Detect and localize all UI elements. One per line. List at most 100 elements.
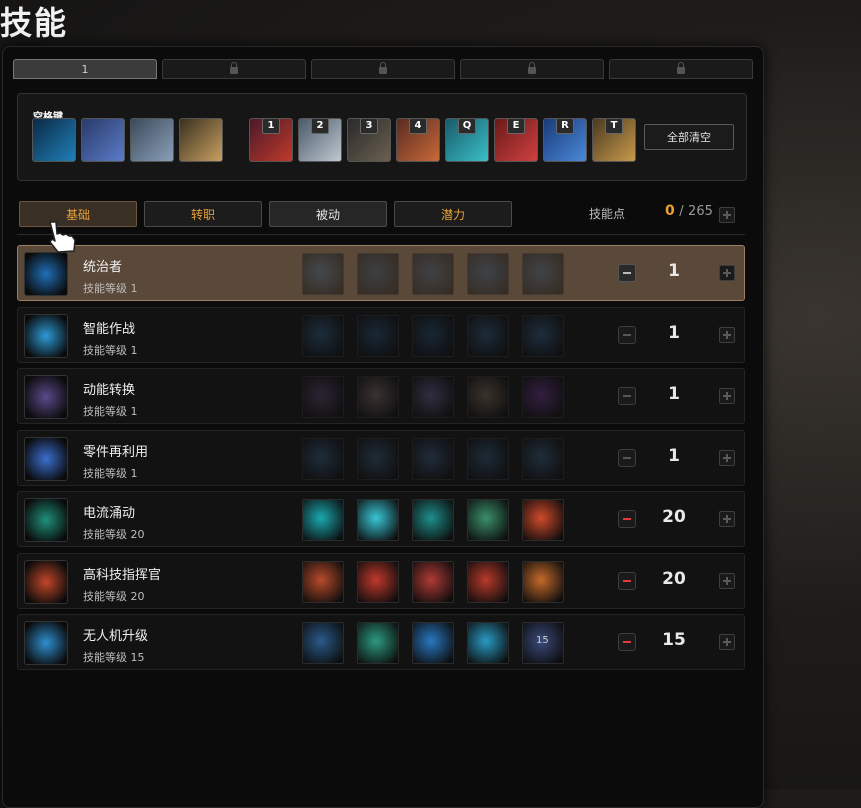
increase-level-button[interactable]	[719, 572, 735, 589]
increase-level-button[interactable]	[719, 634, 735, 650]
skill-tier-icon[interactable]	[522, 437, 564, 480]
skill-tier-icon[interactable]	[522, 376, 564, 418]
skill-tier-icon[interactable]	[522, 253, 564, 295]
skill-tier-icon[interactable]	[302, 622, 344, 664]
skill-level-value: 1	[668, 322, 680, 343]
hotbar-slot-q[interactable]: Q	[445, 118, 489, 162]
increase-level-button[interactable]	[719, 388, 735, 404]
skill-row[interactable]: 电流涌动 技能等级 20 20	[17, 491, 745, 547]
divider	[17, 234, 745, 235]
skill-tier-icon[interactable]	[467, 499, 509, 541]
skill-row[interactable]: 零件再利用 技能等级 1 1	[17, 429, 745, 486]
skill-tier-icon[interactable]	[467, 314, 509, 357]
skill-icon	[24, 252, 68, 296]
decrease-level-button[interactable]	[618, 633, 636, 651]
skill-icon	[24, 375, 68, 419]
skill-tier-icon[interactable]	[412, 622, 454, 664]
increase-level-button[interactable]	[719, 265, 735, 281]
category-tab-potential[interactable]: 潜力	[394, 201, 512, 227]
skill-tier-icon[interactable]	[467, 437, 509, 480]
hotbar-slot-2[interactable]: 2	[298, 118, 342, 162]
hotbar-slot-special-2[interactable]	[130, 118, 174, 162]
category-tab-passive[interactable]: 被动	[269, 201, 387, 227]
hotbar-slot-e[interactable]: E	[494, 118, 538, 162]
decrease-level-button[interactable]	[618, 571, 636, 590]
increase-level-button[interactable]	[719, 511, 735, 527]
skills-panel: 1 空格键 1 2 3 4 Q E R T 全部清空 基础 转职 被动 潜力 技…	[2, 46, 764, 808]
increase-level-button[interactable]	[719, 449, 735, 466]
skill-tier-icon[interactable]	[412, 437, 454, 480]
skill-tier-icon[interactable]	[302, 560, 344, 603]
decrease-level-button[interactable]	[618, 264, 636, 282]
skill-tier-icon[interactable]	[467, 376, 509, 418]
preset-tab-1[interactable]: 1	[13, 59, 157, 79]
skill-row[interactable]: 统治者 技能等级 1 1	[17, 245, 745, 301]
increase-level-button[interactable]	[719, 326, 735, 343]
skill-tier-icon[interactable]	[412, 253, 454, 295]
hotbar-slot-special-1[interactable]	[81, 118, 125, 162]
skill-tier-icon[interactable]	[302, 376, 344, 418]
skill-row[interactable]: 智能作战技能等级 1 1	[17, 306, 745, 363]
add-skill-points-button[interactable]	[719, 207, 735, 223]
decrease-level-button[interactable]	[618, 325, 636, 344]
hotkey-label: E	[507, 119, 525, 134]
skill-tier-icon[interactable]	[412, 499, 454, 541]
preset-tab-3[interactable]	[311, 59, 455, 79]
skill-tier-icon[interactable]	[357, 560, 399, 603]
preset-tab-4[interactable]	[460, 59, 604, 79]
skill-tier-icon[interactable]	[357, 499, 399, 541]
preset-tab-5[interactable]	[609, 59, 753, 79]
skill-name: 高科技指挥官	[83, 567, 162, 583]
skill-tier-icon[interactable]	[357, 622, 399, 664]
skill-tier-icon[interactable]	[467, 253, 509, 295]
preset-tab-2[interactable]	[162, 59, 306, 79]
hotbar-slot-4[interactable]: 4	[396, 118, 440, 162]
skill-tier-icon[interactable]	[302, 314, 344, 357]
skill-tier-icon[interactable]	[357, 314, 399, 357]
skill-row[interactable]: 高科技指挥官 技能等级 20 20	[17, 552, 745, 609]
clear-all-button[interactable]: 全部清空	[644, 124, 734, 150]
skill-tier-icon[interactable]	[302, 499, 344, 541]
skill-tier-icon[interactable]	[412, 376, 454, 418]
decrease-level-button[interactable]	[618, 448, 636, 467]
skill-icon	[24, 498, 68, 542]
lock-icon	[230, 62, 238, 74]
skill-tier-icon[interactable]	[302, 437, 344, 480]
skill-tier-icon[interactable]	[522, 560, 564, 603]
skill-tier-icon[interactable]	[357, 253, 399, 295]
preset-tabs: 1	[13, 59, 753, 79]
skill-tier-icon[interactable]	[302, 253, 344, 295]
skill-tier-icon[interactable]	[412, 560, 454, 603]
hotbar-slot-1[interactable]: 1	[249, 118, 293, 162]
skill-icon	[24, 621, 68, 665]
skill-tier-icon[interactable]	[357, 437, 399, 480]
decrease-level-button[interactable]	[618, 387, 636, 405]
hotbar-slot-special-3[interactable]	[179, 118, 223, 162]
skill-level: 技能等级 15	[83, 651, 145, 664]
hotbar-slot-space[interactable]	[32, 118, 76, 162]
skill-icon	[24, 436, 68, 481]
skill-name: 智能作战	[83, 321, 136, 337]
skill-tier-icon[interactable]	[522, 499, 564, 541]
page-title: 技能	[0, 4, 69, 42]
skill-points-value: 0 / 265	[665, 203, 713, 219]
skill-level: 技能等级 20	[83, 589, 145, 603]
skill-tier-icon[interactable]: 15	[522, 622, 564, 664]
skill-row[interactable]: 无人机升级 技能等级 15 15 15	[17, 614, 745, 670]
skill-tier-icon[interactable]	[357, 376, 399, 418]
hotbar-slot-r[interactable]: R	[543, 118, 587, 162]
skill-tier-icon[interactable]	[467, 560, 509, 603]
skill-level-value: 1	[668, 384, 680, 404]
skill-level: 技能等级 20	[83, 528, 145, 541]
decrease-level-button[interactable]	[618, 510, 636, 528]
category-tab-class[interactable]: 转职	[144, 201, 262, 227]
skill-tier-icon[interactable]	[522, 314, 564, 357]
hotbar-slot-3[interactable]: 3	[347, 118, 391, 162]
hotbar-slot-t[interactable]: T	[592, 118, 636, 162]
skill-level-value: 15	[662, 630, 686, 650]
skill-level: 技能等级 1	[83, 343, 138, 357]
skill-points-total: 265	[688, 204, 713, 219]
skill-row[interactable]: 动能转换 技能等级 1 1	[17, 368, 745, 424]
skill-tier-icon[interactable]	[412, 314, 454, 357]
skill-tier-icon[interactable]	[467, 622, 509, 664]
